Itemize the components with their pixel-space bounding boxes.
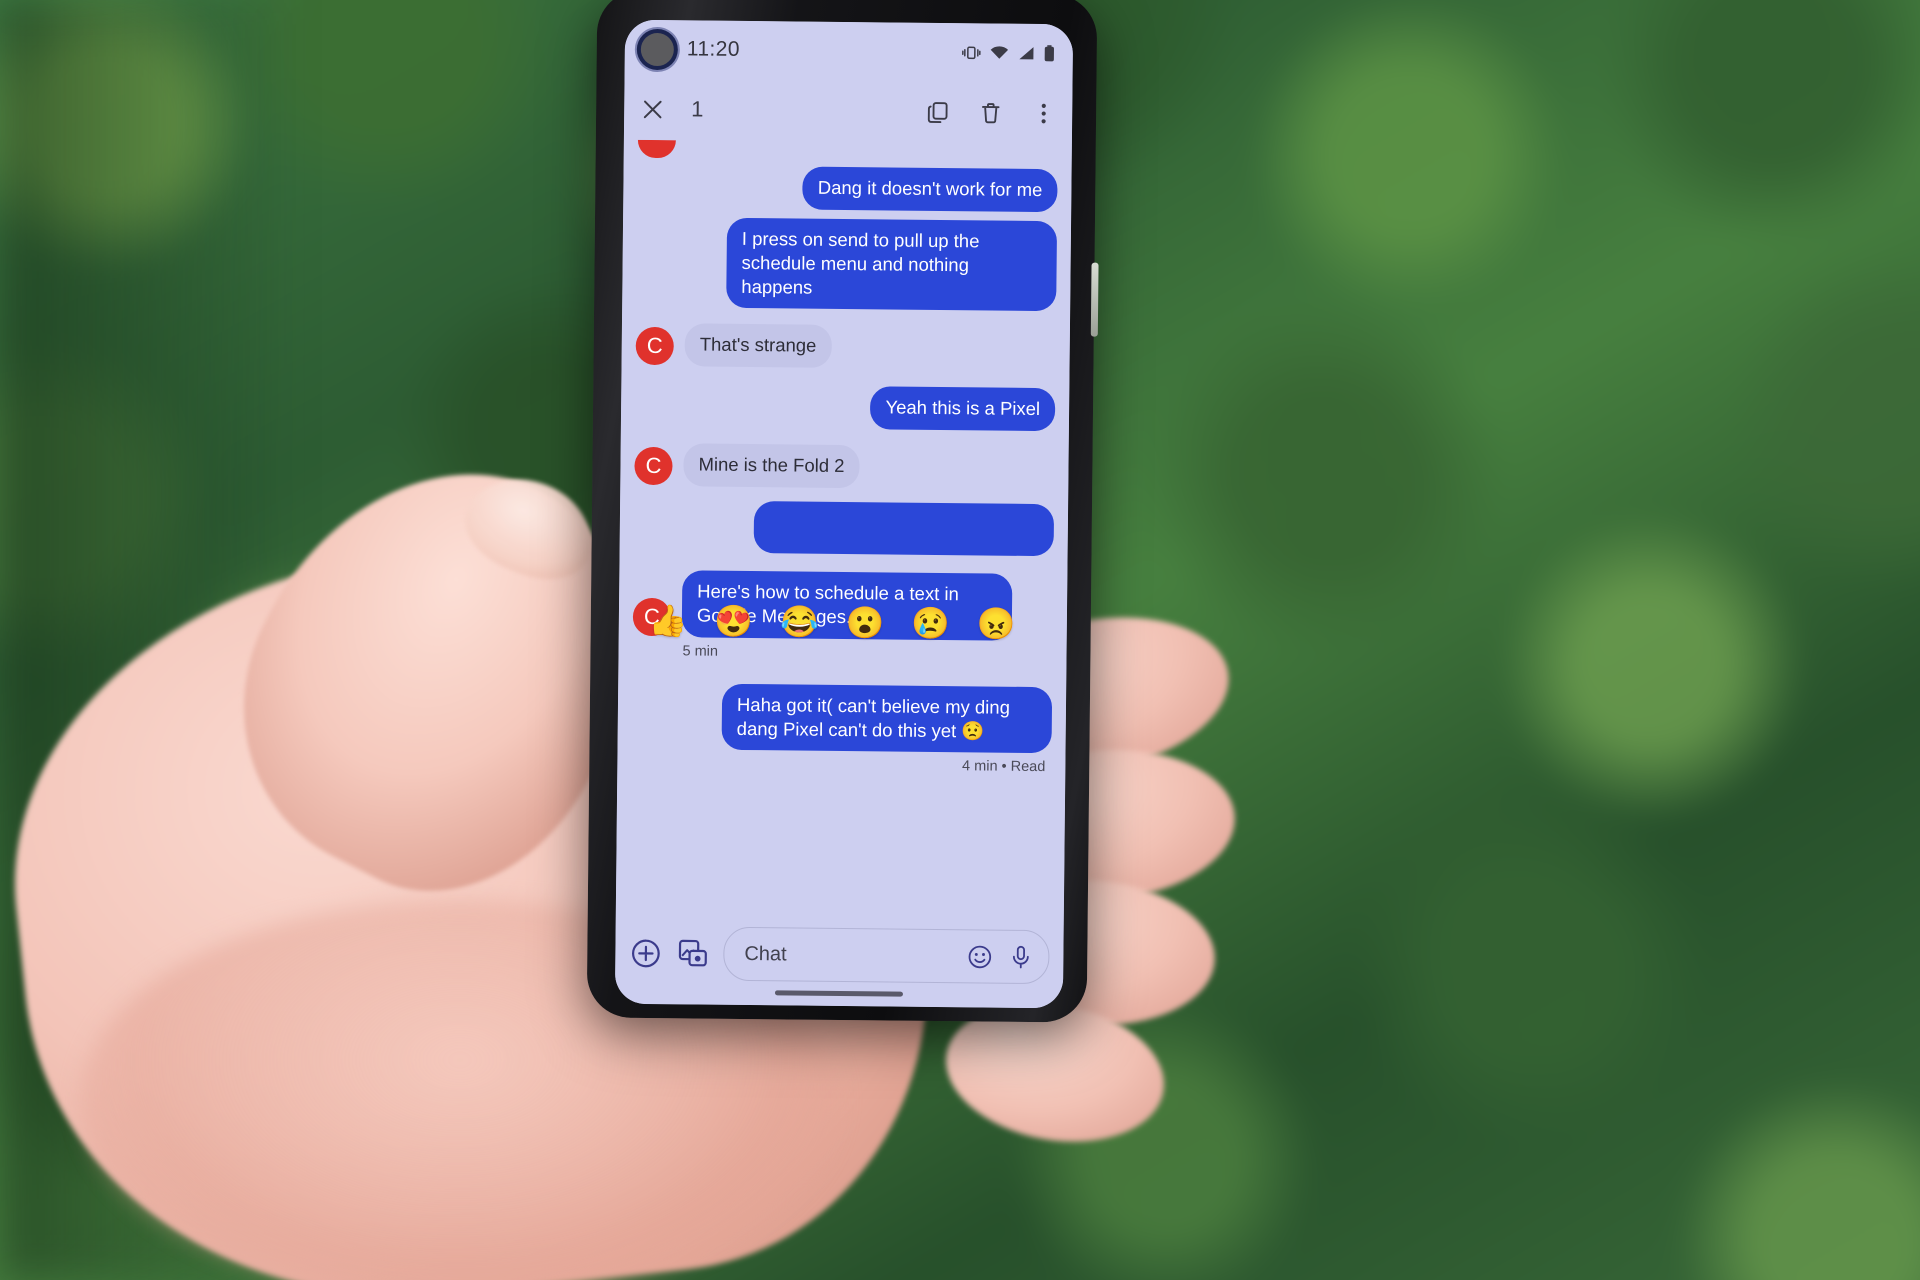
message-bubble-outgoing[interactable]: Yeah this is a Pixel	[870, 386, 1056, 432]
chat-input-field[interactable]: Chat	[723, 926, 1050, 985]
close-icon[interactable]	[640, 96, 665, 121]
status-clock: 11:20	[686, 37, 740, 61]
joy-reaction[interactable]: 😂	[780, 604, 819, 639]
screenshot-stage: 11:20 1 Dang it doesn't work for me I pr…	[0, 0, 1920, 1280]
more-vertical-icon[interactable]	[1031, 100, 1056, 125]
message-row[interactable]: C That's strange	[635, 323, 1056, 370]
surprised-reaction[interactable]: 😮	[846, 605, 885, 640]
message-row-partial-top: C	[637, 139, 1058, 163]
message-bubble-incoming[interactable]: That's strange	[684, 323, 832, 369]
front-camera-punch-hole	[640, 32, 675, 66]
message-bubble-outgoing[interactable]: I press on send to pull up the schedule …	[726, 217, 1058, 312]
message-bubble-outgoing-partial[interactable]	[753, 501, 1055, 557]
message-row[interactable]: Haha got it( can't believe my ding dang …	[632, 683, 1053, 754]
emoji-reaction-bar[interactable]: 👍 😍 😂 😮 😢 😠	[637, 595, 1050, 649]
message-timestamp: 4 min • Read	[962, 758, 1046, 776]
message-row[interactable]: Yeah this is a Pixel	[635, 384, 1056, 432]
message-row[interactable]: Dang it doesn't work for me	[637, 165, 1058, 213]
angry-reaction[interactable]: 😠	[977, 606, 1016, 641]
battery-icon	[1044, 44, 1055, 62]
thumbs-up-reaction[interactable]: 👍	[649, 602, 688, 637]
message-row[interactable]: I press on send to pull up the schedule …	[636, 217, 1058, 312]
vibrate-icon	[962, 45, 981, 60]
message-row[interactable]: C Mine is the Fold 2	[634, 443, 1054, 490]
chat-input-placeholder[interactable]: Chat	[744, 942, 952, 967]
message-bubble-outgoing[interactable]: Dang it doesn't work for me	[802, 166, 1058, 213]
message-row-partial[interactable]	[634, 500, 1055, 557]
message-bubble-outgoing[interactable]: Haha got it( can't believe my ding dang …	[721, 683, 1053, 754]
selected-count-label: 1	[691, 96, 704, 122]
conversation-list[interactable]: C Dang it doesn't work for me I press on…	[615, 139, 1072, 915]
emoji-smiley-icon[interactable]	[966, 943, 993, 970]
app-toolbar: 1	[623, 77, 1073, 145]
copy-icon[interactable]	[925, 99, 950, 124]
toolbar-left-group: 1	[640, 96, 704, 123]
avatar: C	[635, 327, 674, 366]
sad-reaction[interactable]: 😢	[911, 605, 950, 640]
avatar: C	[637, 139, 676, 159]
gallery-camera-icon[interactable]	[676, 937, 709, 970]
message-bubble-incoming[interactable]: Mine is the Fold 2	[683, 443, 860, 489]
phone-screen: 11:20 1 Dang it doesn't work for me I pr…	[614, 19, 1074, 1009]
trash-icon[interactable]	[978, 100, 1003, 125]
plus-circle-icon[interactable]	[629, 936, 662, 969]
heart-eyes-reaction[interactable]: 😍	[714, 603, 753, 638]
status-icons	[962, 44, 1055, 62]
power-button[interactable]	[1090, 262, 1099, 337]
toolbar-right-group	[925, 99, 1056, 125]
microphone-icon[interactable]	[1007, 943, 1034, 970]
avatar: C	[634, 446, 673, 486]
wifi-icon	[990, 45, 1009, 60]
cellular-signal-icon	[1018, 45, 1035, 60]
status-bar: 11:20	[624, 19, 1074, 83]
